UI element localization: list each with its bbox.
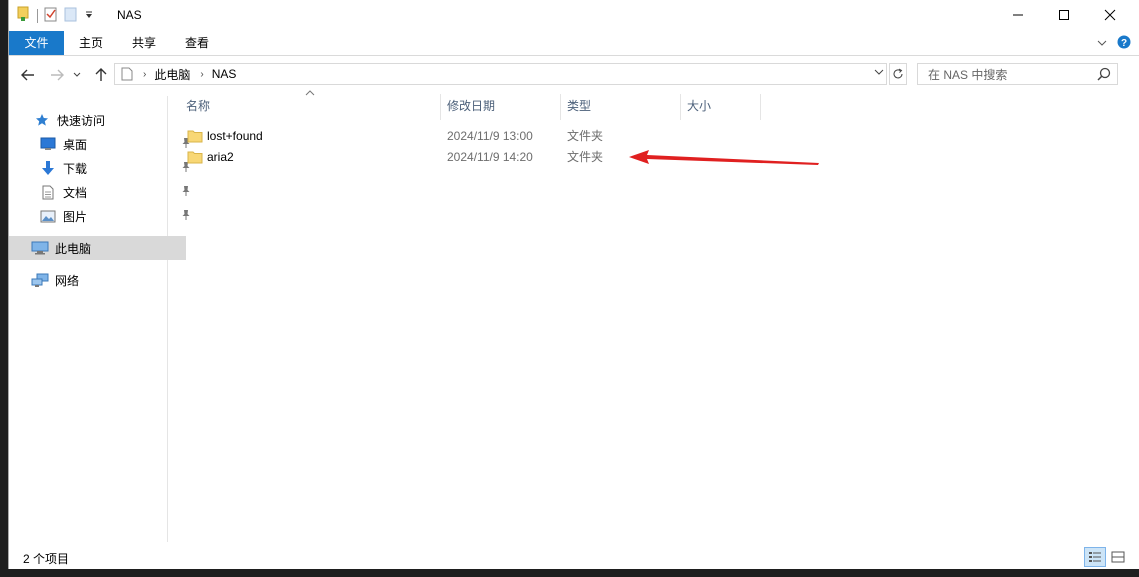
computer-icon	[31, 240, 49, 256]
new-folder-icon[interactable]	[64, 6, 78, 25]
nav-label: 图片	[63, 209, 88, 224]
maximize-button[interactable]	[1041, 0, 1087, 30]
title-bar: NAS	[9, 0, 1139, 30]
file-row[interactable]: aria2 2024/11/9 14:20 文件夹	[179, 147, 639, 168]
properties-icon[interactable]	[44, 6, 58, 25]
forward-arrow-icon	[51, 69, 64, 81]
ribbon-tabs: 文件 主页 共享 查看 ?	[9, 30, 1139, 56]
file-name: aria2	[207, 150, 234, 164]
close-button[interactable]	[1087, 0, 1133, 30]
file-explorer-window: NAS 文件 主页 共享 查看 ? › 此电脑 › NAS 在 NAS 中搜索 …	[8, 0, 1139, 569]
up-button[interactable]	[91, 65, 111, 85]
minimize-icon	[1013, 14, 1023, 16]
qat-separator	[37, 8, 38, 23]
large-icons-view-button[interactable]	[1107, 547, 1129, 567]
tab-view[interactable]: 查看	[177, 31, 217, 55]
document-icon	[39, 184, 57, 200]
nav-label: 网络	[55, 273, 80, 288]
column-divider[interactable]	[680, 94, 681, 120]
file-type: 文件夹	[567, 129, 604, 143]
download-icon	[39, 160, 57, 176]
recent-locations-button[interactable]	[71, 65, 83, 85]
tab-home[interactable]: 主页	[71, 31, 111, 55]
up-arrow-icon	[95, 68, 107, 81]
nav-label: 桌面	[63, 137, 88, 152]
annotation-arrow	[629, 150, 819, 165]
file-date: 2024/11/9 14:20	[447, 150, 533, 164]
search-icon[interactable]	[1097, 67, 1111, 84]
minimize-button[interactable]	[995, 0, 1041, 30]
column-header-name[interactable]: 名称	[186, 94, 436, 118]
help-icon[interactable]: ?	[1117, 35, 1131, 52]
column-divider[interactable]	[560, 94, 561, 120]
nav-documents[interactable]: 文档	[9, 180, 194, 204]
column-header-date[interactable]: 修改日期	[447, 94, 557, 118]
column-divider[interactable]	[440, 94, 441, 120]
taskbar-edge	[0, 569, 1139, 577]
pin-icon	[181, 209, 191, 224]
nav-label: 下载	[63, 161, 88, 176]
file-row[interactable]: lost+found 2024/11/9 13:00 文件夹	[179, 126, 639, 147]
file-type: 文件夹	[567, 150, 604, 164]
address-bar[interactable]: › 此电脑 › NAS	[114, 63, 887, 85]
refresh-icon	[893, 68, 903, 79]
column-header-type[interactable]: 类型	[567, 94, 677, 118]
folder-icon	[187, 150, 203, 171]
column-divider[interactable]	[760, 94, 761, 120]
address-row: › 此电脑 › NAS	[9, 60, 1139, 90]
folder-app-icon	[17, 6, 31, 25]
background-editor-edge	[0, 0, 8, 577]
column-header-size[interactable]: 大小	[687, 94, 757, 118]
details-view-button[interactable]	[1084, 547, 1106, 567]
nav-label: 快速访问	[57, 113, 106, 128]
details-view-icon	[1089, 552, 1101, 562]
search-box[interactable]	[917, 63, 1118, 85]
ribbon-controls: ?	[1097, 35, 1131, 52]
file-name: lost+found	[207, 129, 263, 143]
qat-dropdown-icon[interactable]	[84, 9, 94, 23]
nav-downloads[interactable]: 下载	[9, 156, 194, 180]
nav-network[interactable]: 网络	[9, 268, 186, 292]
breadcrumb-this-pc[interactable]: 此电脑	[154, 66, 190, 83]
nav-this-pc[interactable]: 此电脑	[9, 236, 186, 260]
forward-button[interactable]	[47, 65, 67, 85]
large-icons-view-icon	[1111, 551, 1125, 563]
network-icon	[31, 272, 49, 288]
file-date: 2024/11/9 13:00	[447, 129, 533, 143]
window-title: NAS	[117, 8, 142, 22]
nav-pictures[interactable]: 图片	[9, 204, 194, 228]
tab-share[interactable]: 共享	[124, 31, 164, 55]
page-icon	[121, 67, 133, 81]
nav-quick-access[interactable]: 快速访问	[9, 108, 188, 132]
nav-desktop[interactable]: 桌面	[9, 132, 194, 156]
pin-icon	[181, 185, 191, 200]
back-arrow-icon	[21, 69, 34, 81]
refresh-button[interactable]	[889, 63, 907, 85]
status-bar: 2 个项目	[9, 544, 1139, 569]
breadcrumb-chevron-icon[interactable]: ›	[200, 69, 203, 80]
chevron-down-icon	[73, 72, 81, 77]
tab-file[interactable]: 文件	[9, 31, 64, 55]
address-dropdown-icon[interactable]	[874, 67, 884, 80]
expand-ribbon-icon[interactable]	[1097, 37, 1107, 51]
star-icon	[33, 112, 51, 128]
quick-access-toolbar	[17, 6, 94, 25]
nav-label: 此电脑	[55, 241, 92, 256]
pictures-icon	[39, 208, 57, 224]
maximize-icon	[1059, 10, 1069, 20]
back-button[interactable]	[18, 65, 38, 85]
breadcrumb-nas[interactable]: NAS	[212, 67, 237, 81]
desktop-icon	[39, 136, 57, 152]
item-count: 2 个项目	[23, 552, 70, 566]
close-icon	[1104, 9, 1116, 21]
search-input[interactable]	[926, 65, 1100, 85]
breadcrumb-chevron-icon[interactable]: ›	[143, 69, 146, 80]
navigation-pane: 快速访问 桌面 下载 文档 图片 此电脑 网络	[9, 96, 190, 542]
svg-text:?: ?	[1121, 38, 1127, 49]
nav-label: 文档	[63, 185, 88, 200]
